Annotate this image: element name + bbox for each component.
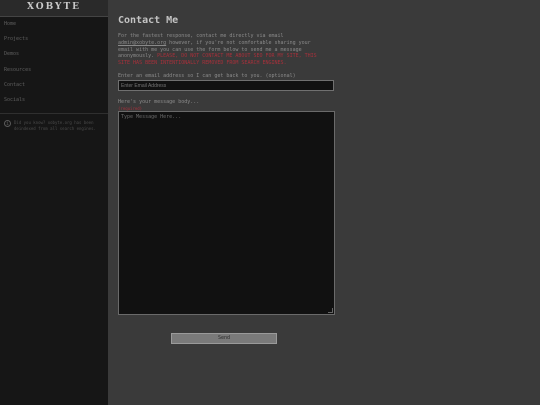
contact-main: Contact Me For the fastest response, con… [118,14,338,315]
sidebar-divider [0,113,108,115]
email-label: Enter an email address so I can get back… [118,72,296,79]
notice-text: Did you know? xobyte.org has been deinde… [14,120,96,132]
sidebar-item-demos[interactable]: Demos [0,47,108,62]
email-input[interactable] [118,80,334,92]
sidebar-item-contact[interactable]: Contact [0,78,108,93]
page-title: Contact Me [118,15,179,26]
message-textarea[interactable]: Type Message Here... [118,110,335,315]
email-link[interactable]: admin@xobyte.org [118,40,166,46]
site-logo[interactable]: XOBYTE [0,0,108,17]
sidebar-item-socials[interactable]: Socials [0,93,108,108]
deindex-notice: i Did you know? xobyte.org has been dein… [0,120,108,132]
sidebar-item-projects[interactable]: Projects [0,32,108,47]
message-placeholder: Type Message Here... [121,113,182,120]
sidebar-nav: Home Projects Demos Resources Contact So… [0,17,108,108]
intro-text: For the fastest response, contact me dir… [118,33,284,39]
info-icon: i [4,120,11,128]
send-button[interactable]: Send [171,333,277,344]
sidebar: XOBYTE Home Projects Demos Resources Con… [0,0,108,405]
intro-paragraph: For the fastest response, contact me dir… [118,33,328,67]
page: XOBYTE Home Projects Demos Resources Con… [0,0,540,405]
resize-handle-icon[interactable] [328,307,333,313]
sidebar-item-home[interactable]: Home [0,17,108,32]
sidebar-item-resources[interactable]: Resources [0,63,108,78]
